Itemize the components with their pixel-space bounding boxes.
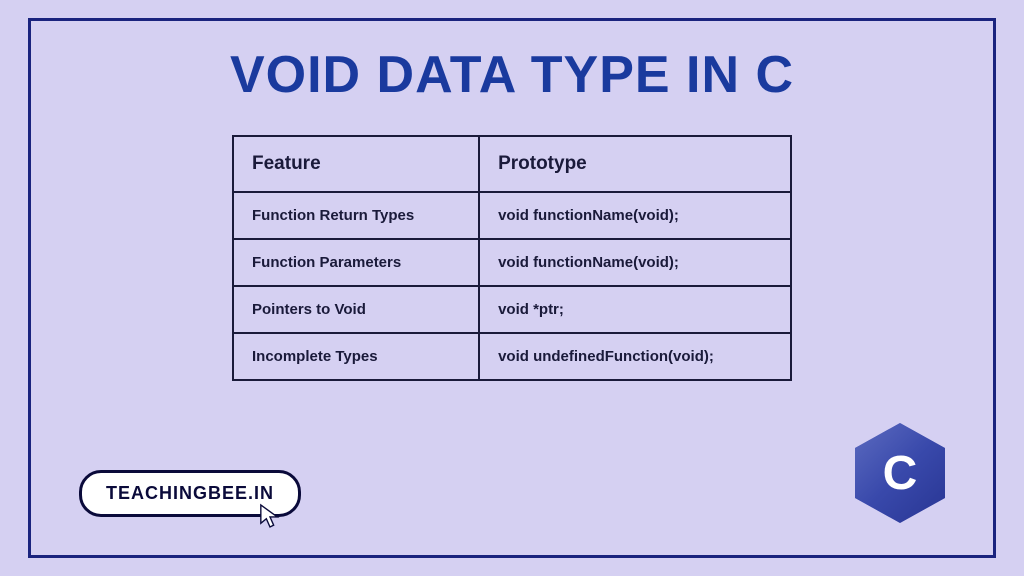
table-row: Function Parameters void functionName(vo…	[233, 239, 791, 286]
cell-feature: Incomplete Types	[233, 333, 479, 380]
table-row: Function Return Types void functionName(…	[233, 192, 791, 239]
cell-feature: Pointers to Void	[233, 286, 479, 333]
header-feature: Feature	[233, 136, 479, 192]
cell-prototype: void undefinedFunction(void);	[479, 333, 791, 380]
table-header-row: Feature Prototype	[233, 136, 791, 192]
cell-prototype: void functionName(void);	[479, 192, 791, 239]
table-row: Pointers to Void void *ptr;	[233, 286, 791, 333]
cursor-icon	[259, 503, 281, 529]
cell-prototype: void *ptr;	[479, 286, 791, 333]
c-language-logo: C	[855, 423, 945, 523]
cell-feature: Function Parameters	[233, 239, 479, 286]
cell-prototype: void functionName(void);	[479, 239, 791, 286]
header-prototype: Prototype	[479, 136, 791, 192]
table-row: Incomplete Types void undefinedFunction(…	[233, 333, 791, 380]
cell-feature: Function Return Types	[233, 192, 479, 239]
content-frame: VOID DATA TYPE IN C Feature Prototype Fu…	[28, 18, 996, 558]
void-type-table: Feature Prototype Function Return Types …	[232, 135, 792, 381]
page-title: VOID DATA TYPE IN C	[31, 45, 993, 105]
logo-letter: C	[883, 446, 918, 501]
